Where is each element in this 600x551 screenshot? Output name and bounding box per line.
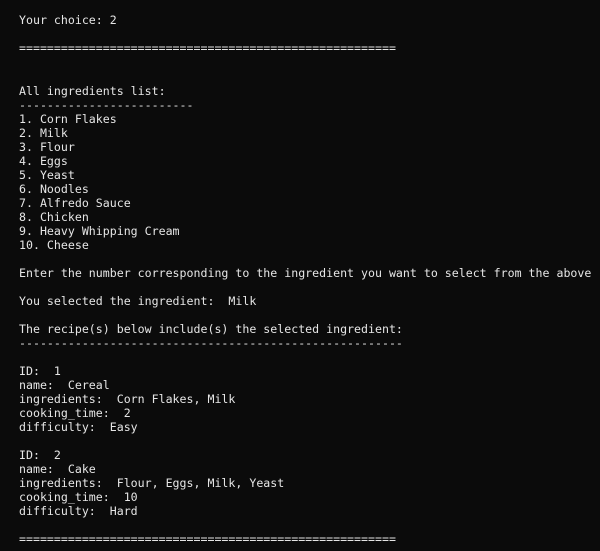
ingredient-item: 3. Flour xyxy=(19,140,75,154)
recipe-name: name: Cereal xyxy=(19,378,110,392)
selection-line: You selected the ingredient: Milk xyxy=(19,294,257,308)
recipe-ingredients: ingredients: Flour, Eggs, Milk, Yeast xyxy=(19,476,285,490)
ingredient-item: 5. Yeast xyxy=(19,168,75,182)
recipe-id: ID: 1 xyxy=(19,364,61,378)
ingredient-item: 8. Chicken xyxy=(19,210,89,224)
ingredient-item: 2. Milk xyxy=(19,126,68,140)
recipe-difficulty: difficulty: Hard xyxy=(19,504,138,518)
ingredient-item: 1. Corn Flakes xyxy=(19,112,117,126)
recipe-name: name: Cake xyxy=(19,462,96,476)
prompt-line: Enter the number corresponding to the in… xyxy=(19,266,592,280)
choice-line: Your choice: 2 xyxy=(19,13,117,27)
recipe-id: ID: 2 xyxy=(19,448,61,462)
separator-line: ========================================… xyxy=(19,41,396,55)
recipe-ingredients: ingredients: Corn Flakes, Milk xyxy=(19,392,236,406)
heading-underline: ------------------------- xyxy=(19,98,194,112)
recipe-difficulty: difficulty: Easy xyxy=(19,420,138,434)
recipes-heading: The recipe(s) below include(s) the selec… xyxy=(19,322,403,336)
terminal-output: Your choice: 2 =========================… xyxy=(0,0,600,551)
separator-line: ========================================… xyxy=(19,532,396,546)
recipe-cooking-time: cooking_time: 10 xyxy=(19,490,138,504)
ingredient-item: 7. Alfredo Sauce xyxy=(19,196,131,210)
ingredient-item: 6. Noodles xyxy=(19,182,89,196)
ingredients-heading: All ingredients list: xyxy=(19,84,166,98)
ingredient-item: 10. Cheese xyxy=(19,238,89,252)
ingredient-item: 4. Eggs xyxy=(19,154,68,168)
ingredient-item: 9. Heavy Whipping Cream xyxy=(19,224,180,238)
recipe-cooking-time: cooking_time: 2 xyxy=(19,406,131,420)
heading-underline: ----------------------------------------… xyxy=(19,336,403,350)
